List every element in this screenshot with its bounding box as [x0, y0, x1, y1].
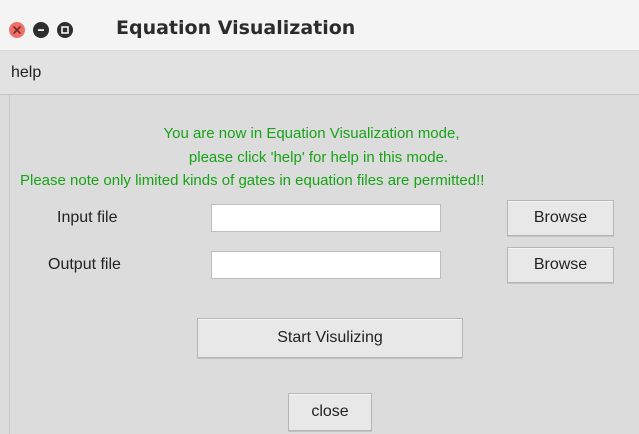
input-browse-button[interactable]: Browse	[507, 200, 614, 236]
output-file-label: Output file	[48, 256, 121, 273]
output-file-field[interactable]	[211, 251, 441, 279]
maximize-icon	[61, 26, 69, 34]
app-window: Equation Visualization help You are now …	[0, 0, 639, 434]
window-title: Equation Visualization	[116, 17, 356, 39]
input-file-label: Input file	[57, 209, 118, 226]
close-button[interactable]: close	[288, 393, 372, 431]
mode-message-line-2: please click 'help' for help in this mod…	[188, 149, 449, 166]
title-bar: Equation Visualization	[0, 0, 639, 51]
minimize-window-button[interactable]	[33, 22, 49, 38]
minimize-icon	[38, 29, 44, 31]
start-visualizing-button[interactable]: Start Visulizing	[197, 318, 463, 358]
menu-item-help[interactable]: help	[11, 64, 41, 82]
output-browse-button[interactable]: Browse	[507, 247, 614, 283]
mode-message-line-1: You are now in Equation Visualization mo…	[163, 125, 460, 142]
close-window-button[interactable]	[9, 22, 25, 38]
close-icon	[13, 26, 21, 34]
maximize-window-button[interactable]	[57, 22, 73, 38]
input-file-field[interactable]	[211, 204, 441, 232]
menu-bar: help	[0, 51, 639, 95]
gate-warning-message: Please note only limited kinds of gates …	[20, 172, 485, 189]
